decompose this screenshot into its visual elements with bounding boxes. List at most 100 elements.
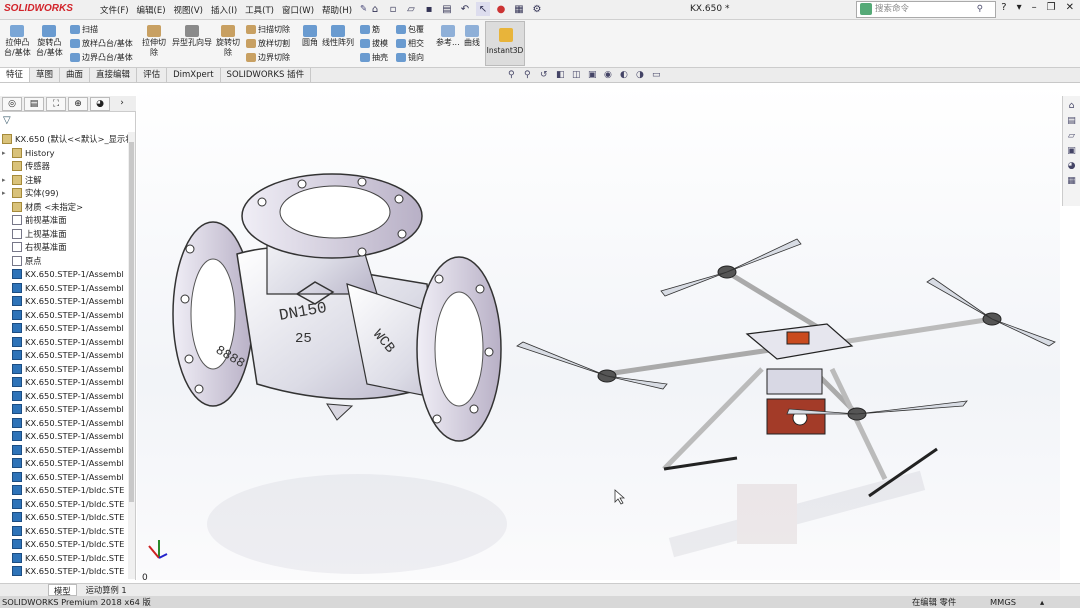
section-view-icon[interactable]: ◧ xyxy=(556,70,566,80)
tree-item[interactable]: KX.650.STEP-1/Assembl xyxy=(0,268,128,282)
close-icon[interactable]: ✕ xyxy=(1066,2,1074,13)
loft-cut-button[interactable]: 放样切割 xyxy=(246,38,290,49)
tree-item[interactable]: KX.650.STEP-1/Assembl xyxy=(0,457,128,471)
revolve-boss-button[interactable]: 旋转凸 台/基体 xyxy=(36,25,63,58)
valve-model[interactable]: DN150 25 WCB 8888 xyxy=(172,173,502,442)
tab-features[interactable]: 特征 xyxy=(0,68,31,82)
menu-file[interactable]: 文件(F) xyxy=(100,4,129,16)
solidworks-resources-icon[interactable]: ⌂ xyxy=(1066,100,1078,113)
tab-addins[interactable]: SOLIDWORKS 插件 xyxy=(221,68,312,82)
boundary-cut-button[interactable]: 边界切除 xyxy=(246,52,290,63)
view-orientation-icon[interactable]: ◫ xyxy=(572,70,582,80)
tab-sketch[interactable]: 草图 xyxy=(30,68,61,82)
file-explorer-icon[interactable]: ▱ xyxy=(1066,130,1078,143)
menu-help[interactable]: 帮助(H) xyxy=(322,4,352,16)
loft-button[interactable]: 放样凸台/基体 xyxy=(70,38,133,49)
help-icon[interactable]: ? xyxy=(1001,2,1006,13)
tree-item[interactable]: KX.650.STEP-1/bldc.STE xyxy=(0,551,128,565)
tree-item[interactable]: KX.650.STEP-1/Assembl xyxy=(0,362,128,376)
new-doc-icon[interactable]: ▫ xyxy=(386,2,400,16)
tab-evaluate[interactable]: 评估 xyxy=(137,68,168,82)
tree-item[interactable]: KX.650.STEP-1/Assembl xyxy=(0,335,128,349)
instant3d-button[interactable]: Instant3D xyxy=(485,21,525,66)
graphics-area[interactable]: DN150 25 WCB 8888 0 xyxy=(137,84,1060,580)
save-icon[interactable]: ▪ xyxy=(422,2,436,16)
hide-show-icon[interactable]: ◉ xyxy=(604,70,614,80)
tree-item[interactable]: KX.650.STEP-1/Assembl xyxy=(0,349,128,363)
menu-tools[interactable]: 工具(T) xyxy=(245,4,274,16)
filter-icon[interactable]: ▽ xyxy=(3,115,11,126)
tree-item[interactable]: 材质 <未指定> xyxy=(0,200,128,214)
tree-item[interactable]: KX.650.STEP-1/Assembl xyxy=(0,389,128,403)
undo-icon[interactable]: ↶ xyxy=(458,2,472,16)
extrude-boss-button[interactable]: 拉伸凸 台/基体 xyxy=(4,25,31,58)
boundary-boss-button[interactable]: 边界凸台/基体 xyxy=(70,52,133,63)
scrollbar-thumb[interactable] xyxy=(129,142,134,502)
tree-item[interactable]: KX.650.STEP-1/Assembl xyxy=(0,470,128,484)
tree-item[interactable]: 前视基准面 xyxy=(0,214,128,228)
tree-item[interactable]: KX.650.STEP-1/Assembl xyxy=(0,443,128,457)
tree-item[interactable]: KX.650.STEP-1/Assembl xyxy=(0,308,128,322)
tree-item[interactable]: KX.650.STEP-1/Assembl xyxy=(0,322,128,336)
appearance-icon[interactable]: ◐ xyxy=(620,70,630,80)
scene-icon[interactable]: ◑ xyxy=(636,70,646,80)
status-units[interactable]: MMGS xyxy=(990,596,1016,608)
tree-item[interactable]: ▸ 实体(99) xyxy=(0,187,128,201)
tab-dimxpert[interactable]: DimXpert xyxy=(167,68,221,82)
previous-view-icon[interactable]: ↺ xyxy=(540,70,550,80)
hole-wizard-button[interactable]: 异型孔向导 xyxy=(172,25,212,48)
search-icon[interactable]: ⚲ xyxy=(977,2,983,17)
open-icon[interactable]: ▱ xyxy=(404,2,418,16)
search-input[interactable]: 搜索命令 ⚲ xyxy=(856,1,996,18)
tab-direct-editing[interactable]: 直接编辑 xyxy=(90,68,138,82)
expand-arrow-icon[interactable]: ▸ xyxy=(2,176,12,184)
display-manager-tab-icon[interactable]: ◕ xyxy=(90,97,110,111)
tree-item[interactable]: 上视基准面 xyxy=(0,227,128,241)
more-icon[interactable]: ▾ xyxy=(1017,2,1022,13)
revolve-cut-button[interactable]: 旋转切 除 xyxy=(216,25,240,58)
menu-insert[interactable]: 插入(I) xyxy=(211,4,237,16)
expand-arrow-icon[interactable]: ▸ xyxy=(2,149,12,157)
zoom-fit-icon[interactable]: ⚲ xyxy=(508,70,518,80)
design-library-icon[interactable]: ▤ xyxy=(1066,115,1078,128)
tree-item[interactable]: KX.650.STEP-1/Assembl xyxy=(0,416,128,430)
tree-item[interactable]: ▸ History xyxy=(0,146,128,160)
restore-icon[interactable]: ❐ xyxy=(1047,2,1056,13)
property-manager-tab-icon[interactable]: ▤ xyxy=(24,97,44,111)
view-palette-icon[interactable]: ▣ xyxy=(1066,145,1078,158)
view-settings-icon[interactable]: ▭ xyxy=(652,70,662,80)
tree-item[interactable]: KX.650.STEP-1/bldc.STE xyxy=(0,484,128,498)
tab-model[interactable]: 模型 xyxy=(48,584,77,596)
tree-item[interactable]: KX.650.STEP-1/Assembl xyxy=(0,376,128,390)
select-icon[interactable]: ↖ xyxy=(476,2,490,16)
menu-window[interactable]: 窗口(W) xyxy=(282,4,314,16)
tree-item[interactable]: KX.650.STEP-1/Assembl xyxy=(0,403,128,417)
sweep-cut-button[interactable]: 扫描切除 xyxy=(246,24,290,35)
tree-item[interactable]: KX.650.STEP-1/Assembl xyxy=(0,281,128,295)
fillet-button[interactable]: 圆角 xyxy=(302,25,318,48)
curves-button[interactable]: 曲线 xyxy=(464,25,480,48)
tree-item[interactable]: KX.650.STEP-1/Assembl xyxy=(0,295,128,309)
intersect-button[interactable]: 相交 xyxy=(396,38,424,49)
tree-item[interactable]: KX.650.STEP-1/bldc.STE xyxy=(0,538,128,552)
tree-root[interactable]: KX.650 (默认<<默认>_显示状 xyxy=(0,132,128,146)
menu-view[interactable]: 视图(V) xyxy=(174,4,203,16)
dimxpert-manager-tab-icon[interactable]: ⊕ xyxy=(68,97,88,111)
tab-motion-study[interactable]: 运动算例 1 xyxy=(81,584,132,596)
mirror-button[interactable]: 镜向 xyxy=(396,52,424,63)
status-expand-icon[interactable]: ▴ xyxy=(1040,596,1044,608)
panel-expand-icon[interactable]: › xyxy=(112,97,132,111)
extrude-cut-button[interactable]: 拉伸切 除 xyxy=(142,25,166,58)
print-icon[interactable]: ▤ xyxy=(440,2,454,16)
pin-icon[interactable]: ✎ xyxy=(360,4,367,16)
tree-item[interactable]: KX.650.STEP-1/bldc.STE xyxy=(0,524,128,538)
shell-button[interactable]: 抽壳 xyxy=(360,52,388,63)
tree-item[interactable]: 传感器 xyxy=(0,160,128,174)
expand-arrow-icon[interactable]: ▸ xyxy=(2,189,12,197)
options-icon[interactable]: ⚙ xyxy=(530,2,544,16)
tree-item[interactable]: KX.650.STEP-1/bldc.STE xyxy=(0,565,128,579)
drone-model[interactable] xyxy=(516,238,1056,498)
reference-geometry-button[interactable]: 参考... xyxy=(436,25,460,48)
tree-item[interactable]: KX.650.STEP-1/bldc.STE xyxy=(0,511,128,525)
rib-button[interactable]: 筋 xyxy=(360,24,380,35)
